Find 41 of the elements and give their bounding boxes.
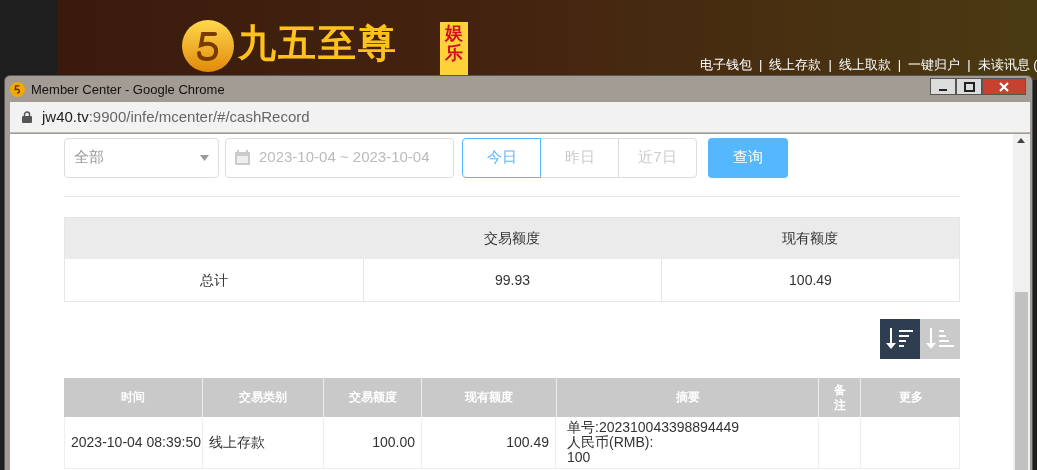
nav-separator: | — [759, 56, 763, 74]
calendar-icon — [234, 149, 251, 166]
address-bar[interactable]: jw40.tv:9900/infe/mcenter/#/cashRecord — [10, 102, 1030, 133]
lock-icon — [22, 111, 32, 123]
minimize-button[interactable] — [930, 78, 956, 95]
table-cell-text: 100.00 — [372, 433, 415, 452]
scrollbar[interactable] — [1013, 134, 1030, 470]
logo-text: 九五至尊 — [238, 24, 398, 62]
maximize-button[interactable] — [956, 78, 982, 95]
scroll-up-icon — [1017, 138, 1025, 143]
minimize-icon — [939, 88, 947, 91]
table-cell-text: 100.49 — [506, 433, 549, 452]
nav-separator: | — [897, 56, 902, 74]
close-icon — [999, 81, 1009, 92]
caret-icon — [200, 154, 209, 161]
table-cell-text: 总计 — [200, 270, 228, 290]
nav-link[interactable]: 线上存款 — [769, 55, 822, 75]
table-cell-text: 100.49 — [789, 270, 832, 290]
sort-icon — [926, 328, 954, 350]
sort-button[interactable] — [880, 319, 920, 359]
summary-line: 人民币(RMB): — [567, 435, 655, 450]
nav-link[interactable]: 电子钱包 — [700, 55, 752, 75]
column-header: 交易额度 — [484, 229, 540, 248]
close-button[interactable] — [982, 78, 1026, 95]
summary-line: 单号:202310043398894449 — [567, 420, 741, 435]
scroll-thumb[interactable] — [1015, 292, 1028, 470]
url-text: jw40.tv:9900/infe/mcenter/#/cashRecord — [42, 106, 310, 127]
summary-line: 100 — [567, 450, 592, 465]
window-title: Member Center - Google Chrome — [31, 81, 225, 99]
nav-link[interactable]: 未读讯息 ( — [977, 55, 1037, 75]
table-cell-text: 2023-10-04 08:39:50 — [71, 433, 201, 452]
maximize-icon — [963, 81, 975, 92]
sort-icon — [886, 328, 914, 350]
table-cell-text: 线上存款 — [209, 433, 265, 452]
logo-badge: 娱乐 — [440, 22, 468, 76]
nav-link[interactable]: 一键归户 — [908, 55, 961, 75]
nav-separator: | — [967, 56, 971, 74]
column-header: 现有额度 — [782, 229, 838, 248]
nav-link[interactable]: 线上取款 — [838, 55, 891, 75]
nav-separator: | — [828, 56, 832, 74]
table-cell-text: 99.93 — [494, 270, 530, 290]
